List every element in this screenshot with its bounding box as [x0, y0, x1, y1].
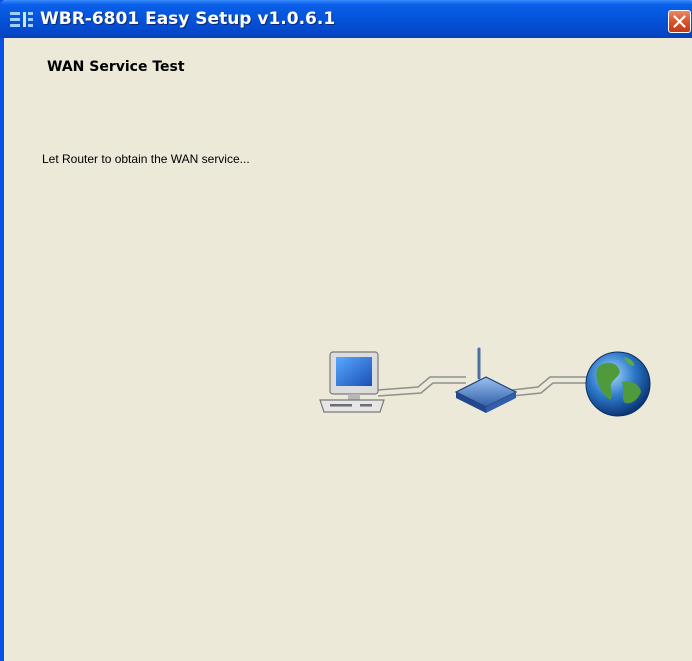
router-icon [454, 347, 518, 413]
network-app-icon [10, 12, 34, 28]
network-diagram [316, 340, 656, 430]
window-title: WBR-6801 Easy Setup v1.0.6.1 [40, 9, 336, 29]
title-bar[interactable]: WBR-6801 Easy Setup v1.0.6.1 [0, 0, 692, 38]
page-heading: WAN Service Test [47, 59, 185, 75]
computer-icon [319, 351, 385, 413]
setup-window: WBR-6801 Easy Setup v1.0.6.1 WAN Service… [0, 0, 692, 661]
network-cable [377, 376, 466, 397]
globe-icon [585, 351, 651, 417]
close-button[interactable] [668, 10, 691, 33]
close-icon [673, 15, 686, 28]
status-message: Let Router to obtain the WAN service... [42, 152, 250, 166]
network-cable [511, 376, 588, 397]
